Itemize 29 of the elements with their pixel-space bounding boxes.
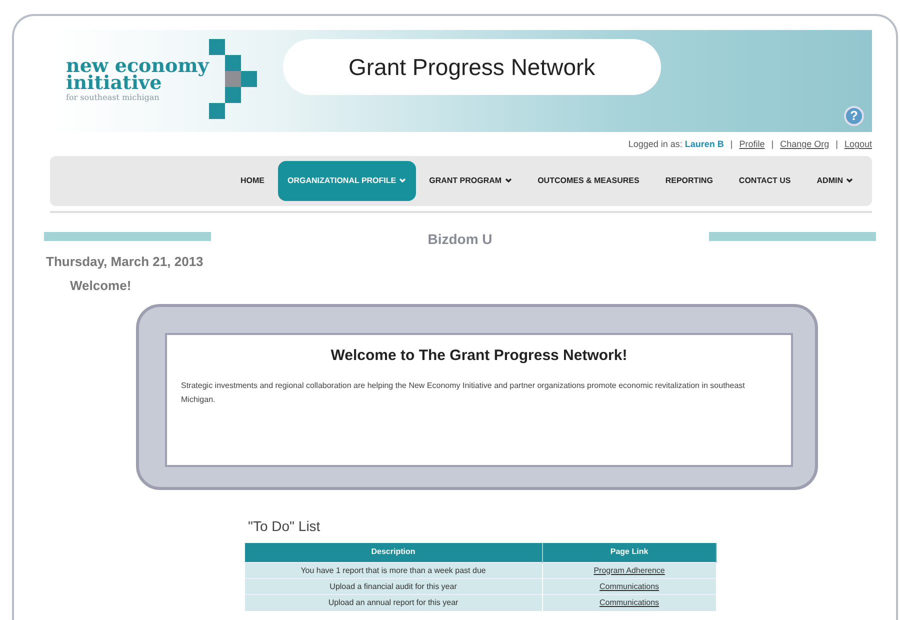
todo-title: "To Do" List: [248, 516, 320, 536]
user-link[interactable]: Logout: [844, 139, 872, 149]
table-cell: You have 1 report that is more than a week past due: [245, 562, 542, 578]
user-link[interactable]: Profile: [739, 139, 765, 149]
table-cell: Upload a financial audit for this year: [245, 578, 542, 594]
separator-text: |: [834, 139, 839, 149]
login-label: Logged in as:: [628, 139, 684, 149]
date-text: Thursday, March 21, 2013: [46, 252, 204, 271]
column-header: Page Link: [542, 542, 716, 562]
column-header: Description: [245, 542, 542, 562]
table-cell: Upload an annual report for this year: [245, 594, 542, 610]
logo-text: new economy initiative for southeast michigan: [65, 58, 209, 104]
user-link[interactable]: Change Org: [780, 139, 830, 149]
organization-name: Bizdom U: [428, 230, 492, 248]
separator-text: |: [729, 139, 734, 149]
user-name: Lauren B: [684, 139, 724, 149]
nav-item[interactable]: ADMIN: [804, 164, 866, 196]
welcome-text: Strategic investments and regional collaboration are helping the New Economy Initiative and partner organizations promote economic revitalization in southeast Michigan.: [181, 380, 746, 406]
nav-item[interactable]: HOME: [228, 164, 278, 196]
nav-item[interactable]: REPORTING: [652, 164, 726, 196]
nav-item[interactable]: GRANT PROGRAM: [416, 164, 525, 196]
site-title: Grant Progress Network: [282, 39, 661, 95]
welcome-title: Welcome to The Grant Progress Network!: [330, 346, 628, 364]
nav-item[interactable]: ORGANIZATIONAL PROFILE: [278, 160, 416, 200]
nav-item[interactable]: OUTCOMES & MEASURES: [524, 164, 652, 196]
separator-text: |: [770, 139, 775, 149]
page-link[interactable]: Communications: [599, 582, 660, 590]
nav-item[interactable]: CONTACT US: [726, 164, 804, 196]
greeting-text: Welcome!: [70, 276, 132, 294]
